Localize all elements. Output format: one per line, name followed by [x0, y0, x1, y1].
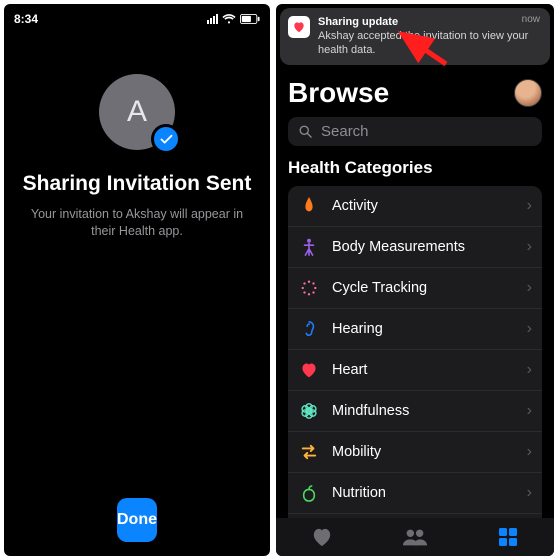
wifi-icon — [222, 14, 236, 24]
tab-bar — [276, 518, 554, 556]
notification-title: Sharing update — [318, 16, 542, 30]
heart-tab-icon — [311, 527, 333, 547]
search-icon — [298, 124, 313, 139]
mindfulness-icon — [298, 400, 320, 422]
chevron-right-icon: › — [527, 279, 532, 297]
done-label: Done — [117, 511, 157, 529]
notification-time: now — [522, 14, 540, 25]
body-icon — [298, 236, 320, 258]
checkmark-badge-icon — [151, 124, 181, 154]
status-time: 8:34 — [14, 12, 38, 26]
tab-sharing[interactable] — [369, 518, 462, 556]
category-cycle[interactable]: Cycle Tracking › — [288, 268, 542, 309]
category-label: Body Measurements — [332, 239, 465, 255]
chevron-right-icon: › — [527, 443, 532, 461]
category-nutrition[interactable]: Nutrition › — [288, 473, 542, 514]
chevron-right-icon: › — [527, 197, 532, 215]
category-label: Cycle Tracking — [332, 280, 427, 296]
category-label: Mindfulness — [332, 403, 409, 419]
chevron-right-icon: › — [527, 402, 532, 420]
search-placeholder: Search — [321, 123, 369, 140]
status-bar: 8:34 — [4, 4, 270, 34]
status-icons — [207, 14, 260, 24]
chevron-right-icon: › — [527, 238, 532, 256]
sharing-tab-icon — [402, 527, 428, 547]
category-hearing[interactable]: Hearing › — [288, 309, 542, 350]
profile-avatar[interactable] — [514, 79, 542, 107]
section-header: Health Categories — [276, 156, 554, 186]
category-label: Nutrition — [332, 485, 386, 501]
avatar-letter: A — [127, 95, 147, 129]
sent-content: A Sharing Invitation Sent Your invitatio… — [4, 34, 270, 556]
category-mobility[interactable]: Mobility › — [288, 432, 542, 473]
chevron-right-icon: › — [527, 320, 532, 338]
cycle-icon — [298, 277, 320, 299]
category-heart[interactable]: Heart › — [288, 350, 542, 391]
category-mindfulness[interactable]: Mindfulness › — [288, 391, 542, 432]
category-label: Hearing — [332, 321, 383, 337]
category-label: Activity — [332, 198, 378, 214]
notification-banner[interactable]: Sharing update Akshay accepted the invit… — [280, 8, 550, 65]
mobility-icon — [298, 441, 320, 463]
categories-list: Activity › Body Measurements › Cycle Tra… — [288, 186, 542, 556]
search-field[interactable]: Search — [288, 117, 542, 146]
chevron-right-icon: › — [527, 361, 532, 379]
done-button[interactable]: Done — [117, 498, 157, 542]
sent-title: Sharing Invitation Sent — [11, 172, 264, 196]
activity-icon — [298, 195, 320, 217]
heart-icon — [298, 359, 320, 381]
category-body[interactable]: Body Measurements › — [288, 227, 542, 268]
signal-icon — [207, 14, 218, 24]
category-label: Heart — [332, 362, 367, 378]
battery-icon — [240, 14, 260, 24]
notification-body: Sharing update Akshay accepted the invit… — [318, 16, 542, 57]
contact-avatar: A — [99, 74, 175, 150]
tab-browse[interactable] — [461, 518, 554, 556]
sent-subtitle: Your invitation to Akshay will appear in… — [4, 206, 270, 240]
nutrition-icon — [298, 482, 320, 504]
health-app-icon — [288, 16, 310, 38]
browse-screen: Sharing update Akshay accepted the invit… — [276, 4, 554, 556]
browse-tab-icon — [498, 527, 518, 547]
chevron-right-icon: › — [527, 484, 532, 502]
sharing-sent-screen: 8:34 A Sharing Invitation Sent Your invi… — [4, 4, 270, 556]
hearing-icon — [298, 318, 320, 340]
category-label: Mobility — [332, 444, 381, 460]
browse-header: Browse — [276, 73, 554, 115]
browse-title: Browse — [288, 77, 389, 109]
category-activity[interactable]: Activity › — [288, 186, 542, 227]
tab-summary[interactable] — [276, 518, 369, 556]
notification-text: Akshay accepted the invitation to view y… — [318, 30, 542, 58]
